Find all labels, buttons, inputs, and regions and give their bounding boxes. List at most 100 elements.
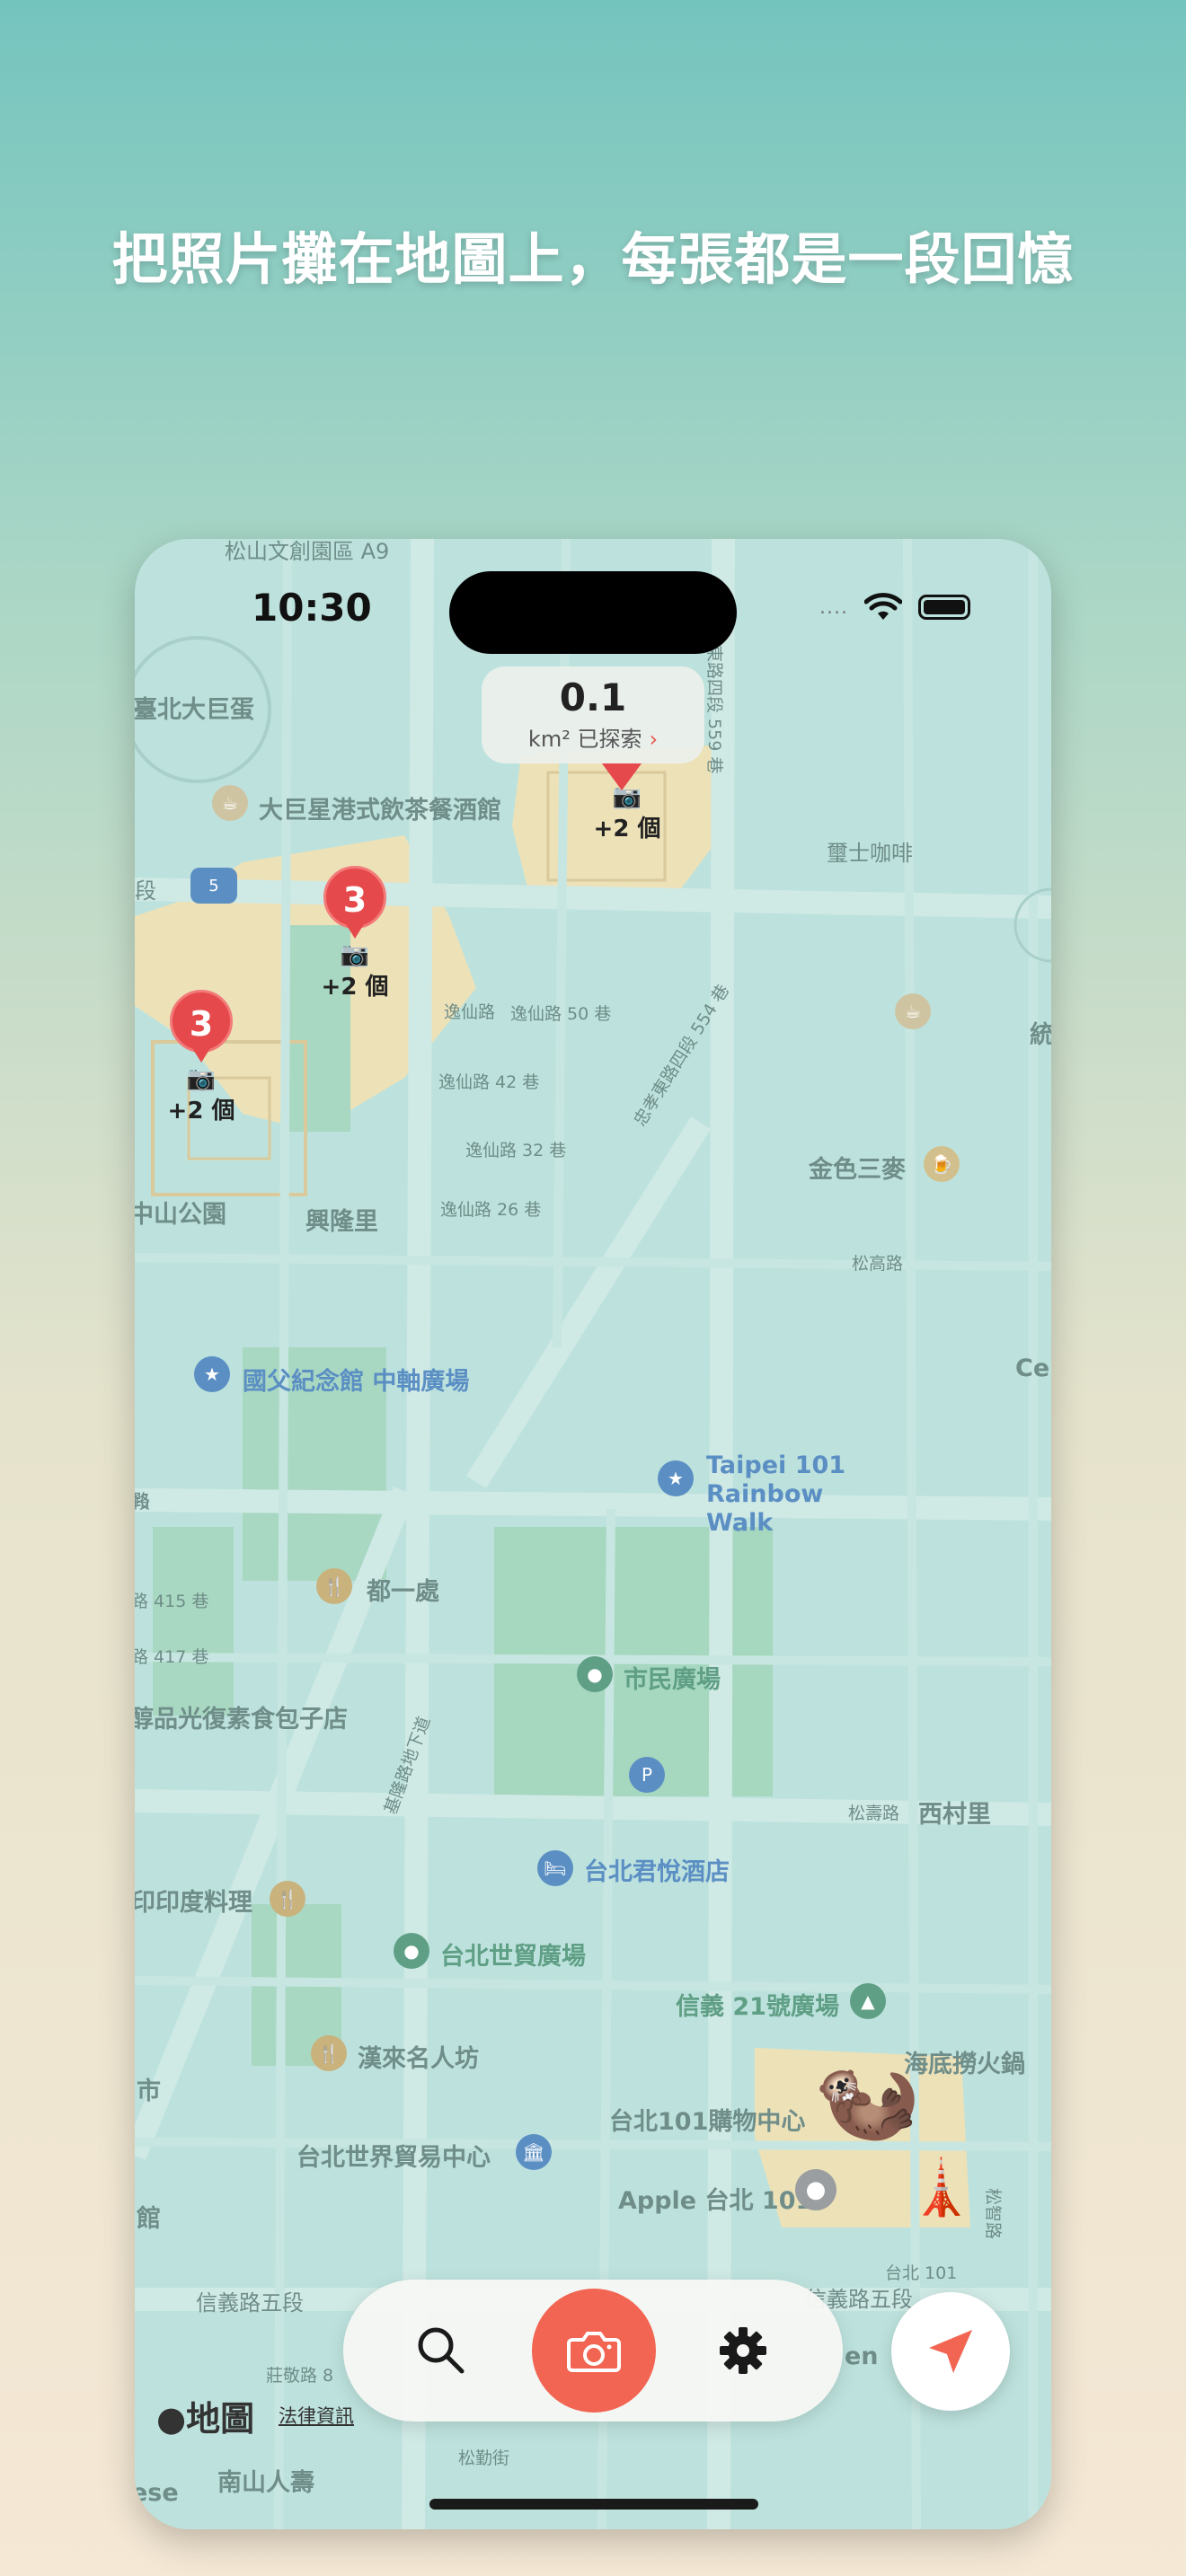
map-label: 逸仙路 32 巷 [465,1141,567,1160]
cafe-icon: ☕ [895,993,931,1029]
map-label: 中山公園 [135,1201,226,1229]
cluster-count-pin[interactable]: 3 [170,990,233,1063]
cluster-count-pin[interactable]: 3 [323,866,386,939]
restaurant-icon: 🍴 [270,1881,305,1917]
phone-frame: 松山文創園區 A9 臺北大巨蛋 ☕ 大巨星港式飲茶餐酒館 段 5 ☕ 璽士咖啡 … [135,539,1051,2529]
apple-maps-logo: ●地圖 [156,2391,254,2440]
map-label: 都一處 [367,1578,439,1606]
map-view[interactable]: 松山文創園區 A9 臺北大巨蛋 ☕ 大巨星港式飲茶餐酒館 段 5 ☕ 璽士咖啡 … [135,539,1051,2529]
apple-store-icon: ● [795,2169,836,2210]
beer-icon: 🍺 [924,1146,960,1182]
map-label: 璽士咖啡 [827,841,913,866]
camera-icon [567,2332,621,2372]
map-label: ese [135,2479,179,2507]
map-label: 台北世界貿易中心 [296,2144,491,2172]
map-label: 路 417 巷 [135,1647,209,1667]
map-label: 醇品光復素食包子店 [135,1706,348,1734]
parking-icon: P [629,1757,665,1793]
camera-icon: 📷 [340,941,370,968]
map-label: 松高路 [852,1254,904,1274]
dynamic-island [449,571,737,654]
star-icon: ★ [658,1460,694,1496]
tree-icon: ▲ [850,1983,886,2019]
map-label: 統 [1030,1021,1051,1049]
explored-unit-text: km² 已探索 [527,727,642,752]
map-label: 台北君悅酒店 [584,1858,730,1886]
explored-area-label: km² 已探索 › [482,721,704,753]
cafe-icon: ☕ [212,785,248,821]
building-icon: 🏛 [516,2134,552,2170]
taipei-101-icon: 🗼 [907,2157,975,2219]
settings-button[interactable] [713,2321,773,2380]
explored-area-pill[interactable]: 0.1 km² 已探索 › [482,666,704,763]
map-label: 莊敬路 8 [266,2366,334,2386]
apple-logo-icon: ● [156,2399,187,2439]
location-arrow-icon [929,2330,972,2373]
map-label: 漢來名人坊 [358,2045,479,2073]
map-label: 段 [135,1493,151,1513]
cluster-more-label: +2 個 [321,974,389,1001]
search-button[interactable] [413,2323,469,2378]
cluster-more-label: +2 個 [593,816,661,842]
maps-logo-text: 地圖 [186,2399,255,2439]
map-label: 松勤街 [458,2448,510,2468]
camera-button[interactable] [532,2289,656,2413]
map-label: 路 415 巷 [135,1592,209,1611]
map-label: 逸仙路 [444,1002,496,1022]
map-label: 興隆里 [305,1208,378,1236]
map-label: Cen [1015,1354,1051,1382]
map-label: Taipei 101 Rainbow Walk [706,1451,846,1537]
restaurant-icon: 🍴 [316,1568,352,1604]
map-label: 逸仙路 26 巷 [440,1200,542,1220]
partial-pin[interactable] [602,763,642,790]
home-indicator[interactable] [429,2499,758,2510]
map-label: 台北 101 [885,2263,958,2283]
map-label: 金色三麥 [809,1156,906,1184]
map-label: 松智路 [983,2188,1003,2240]
locate-me-button[interactable] [891,2292,1010,2411]
map-label: 台北世貿廣場 [440,1943,586,1971]
park-icon: ● [394,1933,429,1969]
headline: 把照片攤在地圖上，每張都是一段回憶 [111,226,1075,292]
photo-cluster[interactable]: 3 📷 +2 個 [283,866,427,1001]
park-icon: ● [577,1656,613,1692]
map-label: 南山人壽 [217,2469,314,2497]
signal-icon: .... [819,595,848,619]
route-badge: 5 [190,868,237,904]
map-label: 松山文創園區 A9 [225,539,390,564]
wifi-icon [864,593,902,620]
map-label: 市民廣場 [624,1666,721,1694]
status-time: 10:30 [252,586,372,630]
battery-icon [918,595,970,620]
map-label: 松壽路 [848,1804,900,1823]
star-icon: ★ [194,1356,230,1392]
otter-avatar[interactable]: 🦦 [813,2048,921,2149]
camera-icon: 📷 [186,1065,217,1092]
map-label: 信義 21號廣場 [676,1993,839,2021]
map-label: 大巨星港式飲茶餐酒館 [259,797,501,825]
map-label: 海底撈火鍋 [904,2051,1025,2078]
map-label: 逸仙路 42 巷 [438,1072,540,1092]
search-icon [418,2327,465,2374]
hotel-icon: 🛏 [537,1850,573,1886]
map-label: 印印度料理 [135,1889,252,1917]
map-label: 市 [137,2078,161,2105]
map-label: 國父紀念館 中軸廣場 [243,1368,470,1396]
map-label: 信義路五段 [196,2290,304,2316]
map-label: 西村里 [918,1801,991,1829]
map-label: 臺北大巨蛋 [135,696,254,724]
map-label: 逸仙路 50 巷 [510,1004,612,1024]
explored-area-value: 0.1 [559,675,627,719]
map-label: Apple 台北 101 [618,2187,813,2215]
cluster-more-label: +2 個 [167,1098,235,1125]
photo-cluster[interactable]: 3 📷 +2 個 [135,990,273,1125]
restaurant-icon: 🍴 [311,2035,347,2071]
chevron-right-icon: › [649,727,659,752]
map-label: 館 [137,2205,161,2233]
map-label: 段 [135,878,156,904]
status-icons: .... [819,593,970,622]
legal-link[interactable]: 法律資訊 [279,2402,354,2429]
bottom-dock [343,2280,843,2422]
map-label: en [845,2342,879,2370]
gear-icon [720,2327,766,2374]
